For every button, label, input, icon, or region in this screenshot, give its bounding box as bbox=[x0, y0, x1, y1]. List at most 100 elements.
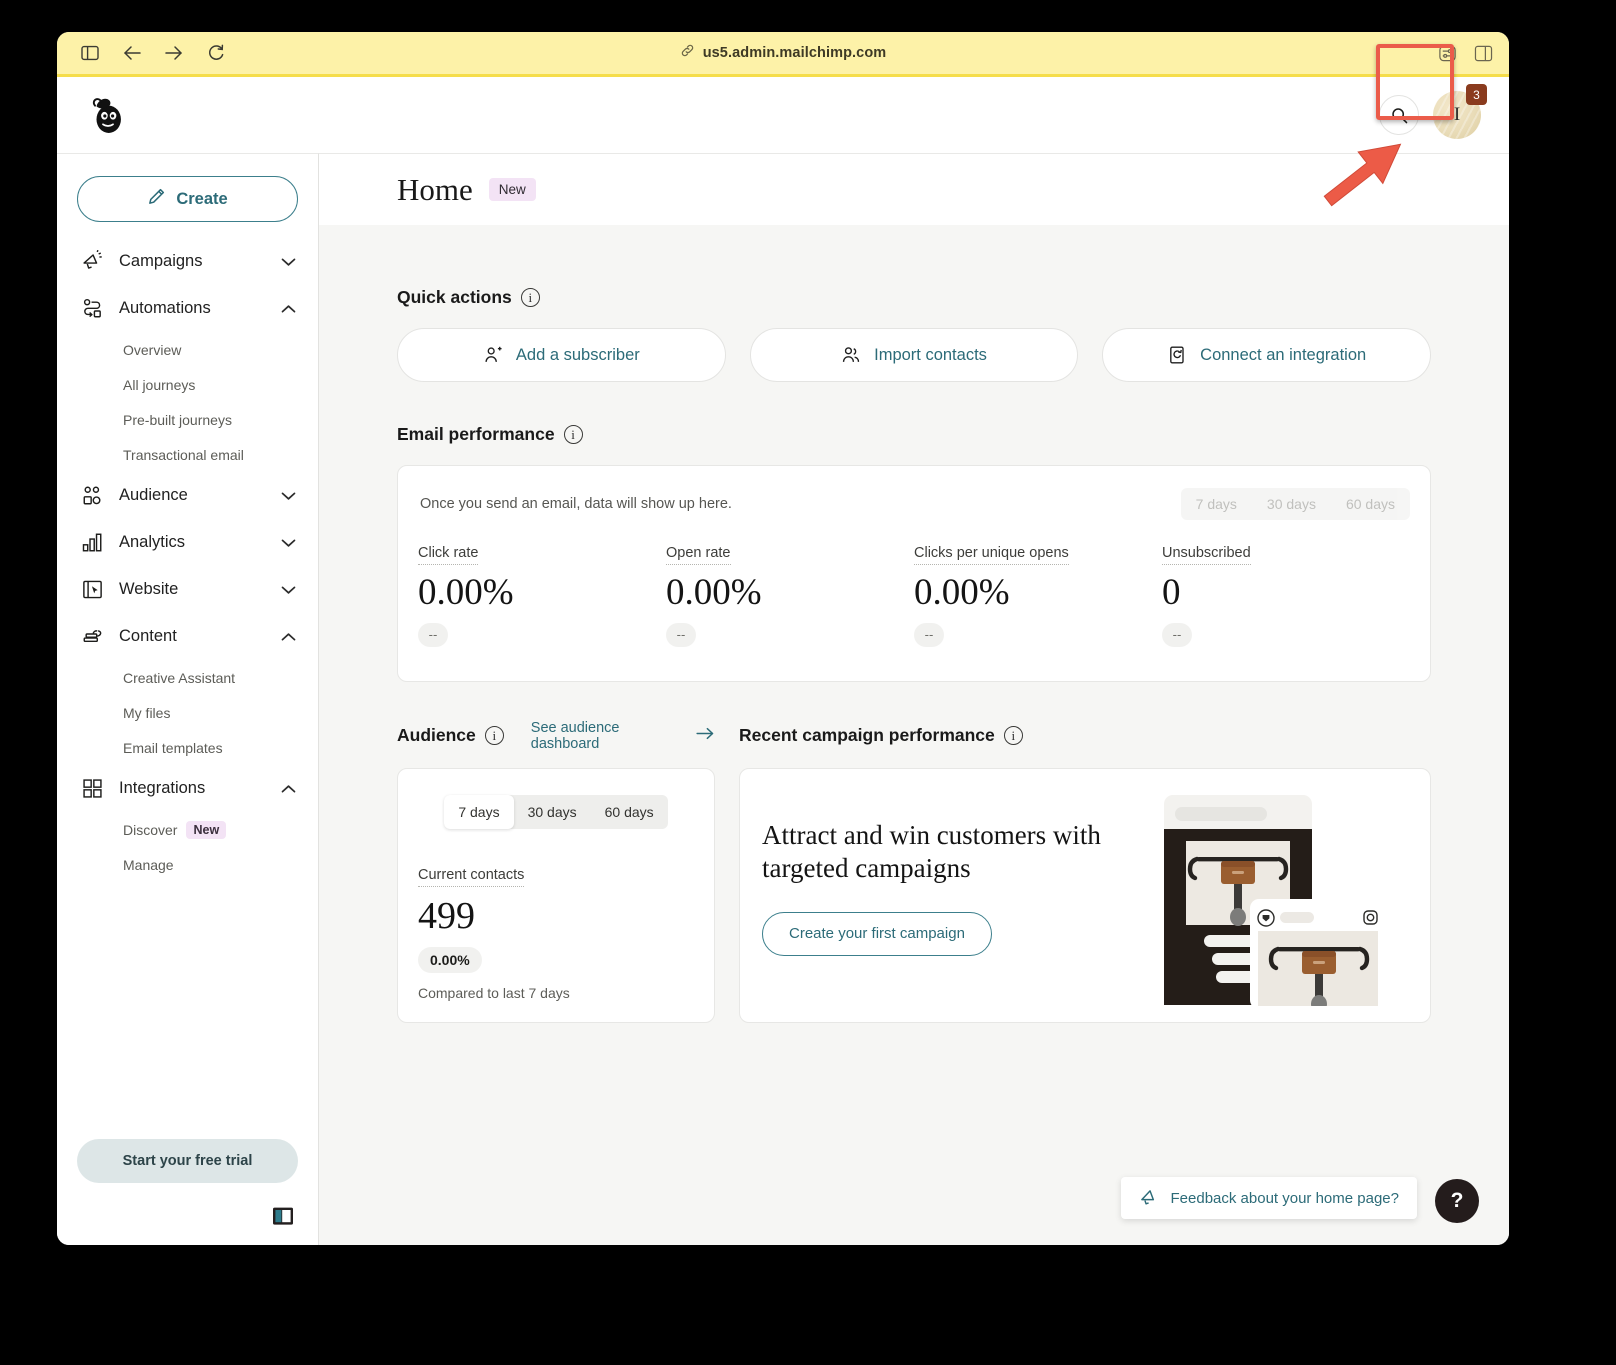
quick-actions-title: Quick actions bbox=[397, 287, 512, 307]
info-icon[interactable]: i bbox=[484, 726, 504, 746]
sidebar-item-content[interactable]: Content bbox=[57, 613, 318, 660]
sidebar-toggle-icon[interactable] bbox=[79, 42, 101, 64]
sidebar-subitem-manage[interactable]: Manage bbox=[57, 847, 318, 882]
promo-text-area: Attract and win customers with targeted … bbox=[740, 769, 1135, 1022]
info-icon[interactable]: i bbox=[1003, 726, 1023, 746]
trial-button-label: Start your free trial bbox=[122, 1153, 253, 1169]
sidebar-subitem-overview[interactable]: Overview bbox=[57, 332, 318, 367]
see-audience-dashboard-label: See audience dashboard bbox=[530, 719, 620, 752]
sidebar-subitem-transactional-email[interactable]: Transactional email bbox=[57, 437, 318, 472]
sidebar-subitem-label: Discover bbox=[123, 821, 178, 838]
add-subscriber-button[interactable]: Add a subscriber bbox=[397, 328, 726, 382]
audience-range-30days[interactable]: 30 days bbox=[514, 795, 591, 829]
audience-compare-text: Compared to last 7 days bbox=[418, 984, 570, 1001]
sidebar-subitem-my-files[interactable]: My files bbox=[57, 695, 318, 730]
email-performance-metrics: Click rate 0.00% -- Open rate 0.00% -- C… bbox=[418, 544, 1410, 647]
metric-label[interactable]: Unsubscribed bbox=[1162, 545, 1251, 565]
create-first-campaign-label: Create your first campaign bbox=[789, 925, 965, 943]
chevron-down-icon[interactable] bbox=[281, 257, 296, 267]
forward-arrow-icon[interactable] bbox=[163, 42, 185, 64]
email-performance-range-toggle[interactable]: 7 days 30 days 60 days bbox=[1180, 488, 1410, 520]
reload-icon[interactable] bbox=[205, 42, 227, 64]
sidebar-subitem-creative-assistant[interactable]: Creative Assistant bbox=[57, 660, 318, 695]
sidebar-item-campaigns[interactable]: Campaigns bbox=[57, 238, 318, 285]
sidebar-subitem-label: Creative Assistant bbox=[123, 669, 236, 686]
see-audience-dashboard-link[interactable]: See audience dashboard bbox=[531, 720, 715, 752]
range-option-30days[interactable]: 30 days bbox=[1252, 488, 1331, 520]
recent-campaign-title: Recent campaign performance bbox=[739, 725, 995, 746]
feedback-button[interactable]: Feedback about your home page? bbox=[1120, 1177, 1417, 1219]
metric-value: 0 bbox=[1162, 572, 1181, 613]
sidebar-item-website[interactable]: Website bbox=[57, 566, 318, 613]
chevron-up-icon[interactable] bbox=[281, 304, 296, 314]
sidebar-subitem-label: Overview bbox=[123, 341, 182, 358]
sidebar-item-audience[interactable]: Audience bbox=[57, 472, 318, 519]
automations-icon bbox=[79, 296, 105, 322]
sidebar-item-automations[interactable]: Automations bbox=[57, 285, 318, 332]
email-performance-title: Email performance bbox=[397, 424, 555, 444]
connect-integration-button[interactable]: Connect an integration bbox=[1102, 328, 1432, 382]
sidebar-subitem-prebuilt-journeys[interactable]: Pre-built journeys bbox=[57, 402, 318, 437]
audience-range-7days[interactable]: 7 days bbox=[444, 794, 514, 829]
create-button[interactable]: Create bbox=[77, 176, 298, 222]
people-icon bbox=[841, 345, 861, 365]
metric-open-rate: Open rate 0.00% -- bbox=[666, 544, 914, 647]
info-icon[interactable]: i bbox=[563, 425, 583, 444]
mailchimp-logo[interactable] bbox=[85, 92, 131, 138]
sidebar-subitem-label: My files bbox=[123, 704, 171, 721]
sidebar-subitem-all-journeys[interactable]: All journeys bbox=[57, 367, 318, 402]
metric-click-rate: Click rate 0.00% -- bbox=[418, 544, 666, 647]
url-bar[interactable]: us5.admin.mailchimp.com bbox=[57, 43, 1509, 63]
audience-range-toggle[interactable]: 7 days 30 days 60 days bbox=[444, 794, 668, 829]
metric-label[interactable]: Click rate bbox=[418, 545, 479, 565]
bar-chart-icon bbox=[79, 530, 105, 556]
import-contacts-button[interactable]: Import contacts bbox=[749, 328, 1079, 382]
sidebar-item-label: Website bbox=[119, 580, 179, 598]
audience-header: Audience i See audience dashboard bbox=[397, 720, 715, 752]
page-title: Home bbox=[397, 171, 473, 207]
metric-label[interactable]: Open rate bbox=[666, 545, 731, 565]
audience-range-toggle-wrap: 7 days 30 days 60 days bbox=[418, 794, 694, 829]
sidebar-item-analytics[interactable]: Analytics bbox=[57, 519, 318, 566]
collapse-sidebar-icon[interactable] bbox=[272, 1205, 294, 1227]
recent-campaign-column: Recent campaign performance i Attract an… bbox=[739, 724, 1431, 1023]
avatar[interactable]: I 3 bbox=[1433, 84, 1487, 139]
range-option-60days[interactable]: 60 days bbox=[1331, 488, 1410, 520]
new-badge: New bbox=[186, 820, 227, 839]
sidebar-subitem-email-templates[interactable]: Email templates bbox=[57, 730, 318, 765]
sidebar: Create Campaigns Automations Overview Al… bbox=[57, 153, 319, 1245]
grid-icon bbox=[79, 776, 105, 802]
quick-action-label: Import contacts bbox=[874, 345, 987, 364]
chevron-down-icon[interactable] bbox=[281, 491, 296, 501]
chevron-up-icon[interactable] bbox=[281, 632, 296, 642]
create-first-campaign-button[interactable]: Create your first campaign bbox=[762, 911, 992, 956]
audience-icon bbox=[79, 483, 105, 509]
chevron-up-icon[interactable] bbox=[281, 784, 296, 794]
panel-toggle-icon[interactable] bbox=[1471, 42, 1495, 64]
website-icon bbox=[79, 577, 105, 603]
metric-delta: -- bbox=[666, 622, 696, 647]
sidebar-item-integrations[interactable]: Integrations bbox=[57, 765, 318, 812]
dashboard-bottom-row: Audience i See audience dashboard 7 days… bbox=[397, 720, 1431, 1023]
audience-range-60days[interactable]: 60 days bbox=[591, 795, 668, 829]
sidebar-subitem-discover[interactable]: Discover New bbox=[57, 812, 318, 847]
help-button[interactable]: ? bbox=[1435, 1179, 1479, 1223]
metric-label[interactable]: Clicks per unique opens bbox=[914, 545, 1069, 565]
dashboard-content: Quick actions i Add a subscriber Import … bbox=[319, 225, 1509, 1245]
info-icon[interactable]: i bbox=[520, 288, 540, 307]
email-performance-card: Once you send an email, data will show u… bbox=[397, 465, 1431, 682]
chevron-down-icon[interactable] bbox=[281, 538, 296, 548]
search-icon[interactable] bbox=[1379, 95, 1419, 135]
browser-chrome-bar: us5.admin.mailchimp.com bbox=[57, 32, 1509, 77]
chevron-down-icon[interactable] bbox=[281, 585, 296, 595]
promo-title: Attract and win customers with targeted … bbox=[762, 819, 1101, 884]
audience-title: Audience bbox=[397, 725, 476, 746]
metric-clicks-per-unique-opens: Clicks per unique opens 0.00% -- bbox=[914, 544, 1162, 647]
extensions-icon[interactable] bbox=[1435, 42, 1459, 64]
range-option-7days[interactable]: 7 days bbox=[1181, 488, 1252, 520]
current-contacts-label[interactable]: Current contacts bbox=[418, 867, 525, 887]
start-free-trial-button[interactable]: Start your free trial bbox=[77, 1139, 298, 1183]
top-bar-actions: I 3 bbox=[1379, 84, 1487, 139]
app-top-bar: I 3 bbox=[57, 77, 1509, 153]
back-arrow-icon[interactable] bbox=[121, 42, 143, 64]
